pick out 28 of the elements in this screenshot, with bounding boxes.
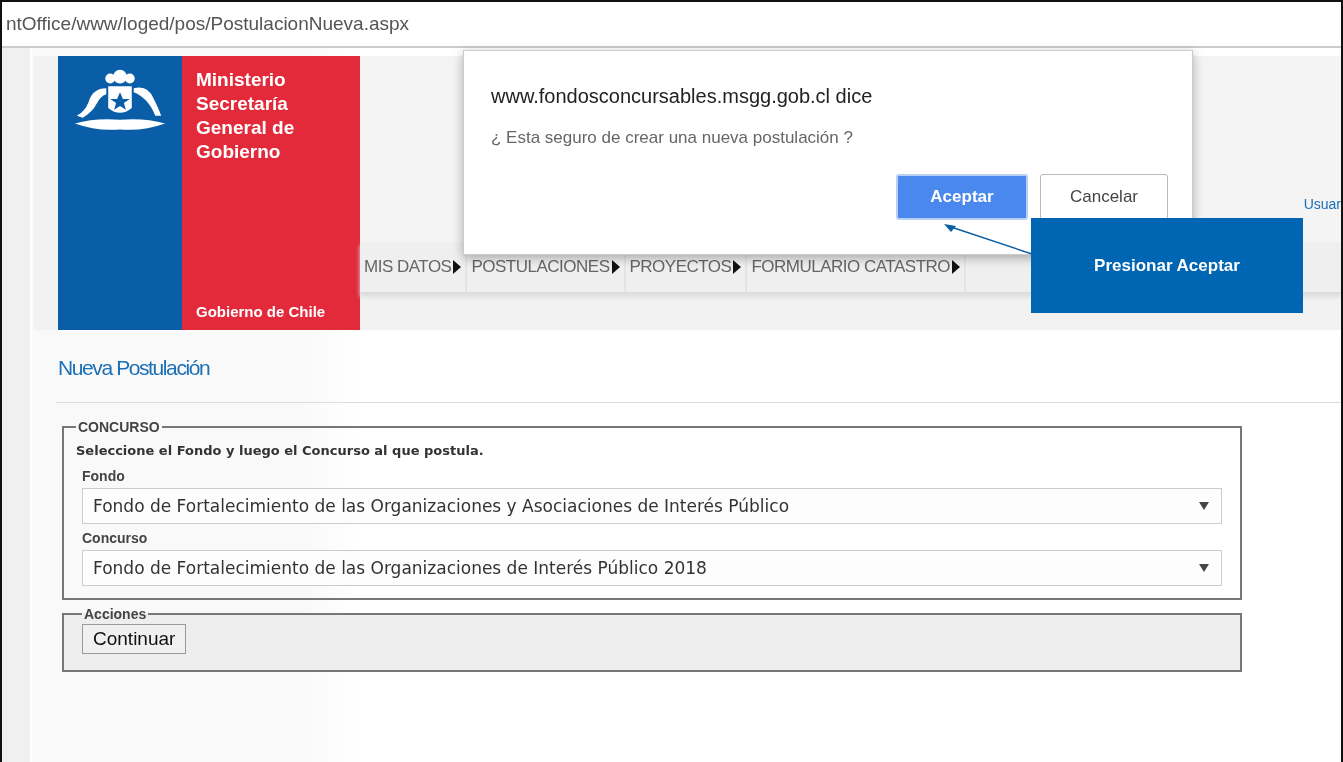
accept-button[interactable]: Aceptar bbox=[896, 174, 1028, 220]
caret-icon bbox=[1199, 564, 1209, 572]
caret-icon bbox=[1199, 502, 1209, 510]
nav-item[interactable]: MIS DATOS bbox=[364, 257, 452, 277]
nav-item[interactable]: FORMULARIO CATASTRO bbox=[751, 257, 951, 277]
dropdown-field[interactable]: Fondo de Fortalecimiento de las Organizaciones de Interés Público 2018 bbox=[82, 550, 1222, 586]
arrow-icon bbox=[611, 260, 620, 274]
ministry-name: Ministerio Secretaría General de Gobierno bbox=[196, 68, 296, 164]
field-label: Concurso bbox=[82, 530, 149, 546]
arrow-icon bbox=[952, 260, 961, 274]
callout-box: Presionar Aceptar bbox=[1031, 218, 1303, 313]
instruction-text: Seleccione el Fondo y luego el Concurso al que postula. bbox=[76, 443, 485, 458]
cancel-button[interactable]: Cancelar bbox=[1040, 174, 1168, 220]
dialog-message: ¿ Esta seguro de crear una nueva postulación ? bbox=[491, 128, 854, 148]
nav-item[interactable]: PROYECTOS bbox=[629, 257, 732, 277]
panel-legend: CONCURSO bbox=[76, 419, 162, 435]
page-title: Nueva Postulación bbox=[58, 356, 211, 380]
arrow-icon bbox=[453, 260, 462, 274]
dialog-title: www.fondosconcursables.msgg.gob.cl dice bbox=[491, 85, 874, 108]
panel-legend: Acciones bbox=[82, 606, 149, 622]
dropdown-field[interactable]: Fondo de Fortalecimiento de las Organizaciones y Asociaciones de Interés Público bbox=[82, 488, 1222, 524]
nav-item[interactable]: POSTULACIONES bbox=[471, 257, 610, 277]
continue-button[interactable]: Continuar bbox=[82, 624, 187, 654]
government-name: Gobierno de Chile bbox=[196, 303, 327, 320]
user-link[interactable]: Usuar bbox=[1303, 196, 1341, 212]
field-label: Fondo bbox=[82, 468, 126, 484]
arrow-icon bbox=[733, 260, 742, 274]
address-url[interactable]: ntOffice/www/loged/pos/PostulacionNueva.aspx bbox=[2, 13, 410, 35]
